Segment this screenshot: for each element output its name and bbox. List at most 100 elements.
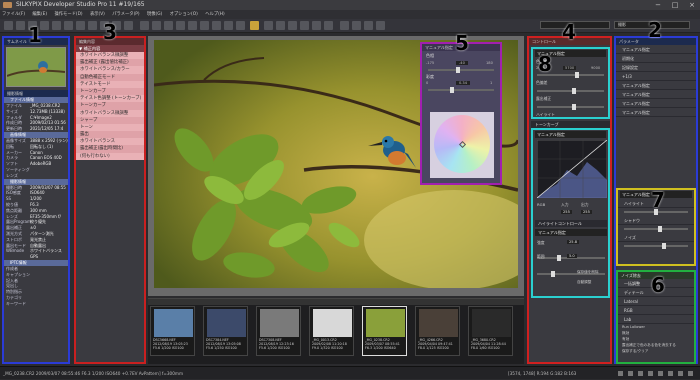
print-icon[interactable] [276, 21, 285, 30]
sub-param-slider-knob[interactable] [658, 226, 662, 232]
param-row[interactable]: 初期化 [616, 54, 696, 63]
tree-item[interactable]: テイストモード [76, 80, 144, 88]
develop-icon[interactable] [250, 21, 259, 30]
compare2-icon[interactable] [236, 21, 245, 30]
strength-value[interactable]: 25.8 [567, 240, 580, 244]
film-thumbnail[interactable]: _MG_3680.CR2 2009/04/04 11:28:44 F8.0 1/60… [468, 306, 513, 356]
tree-item[interactable]: 自動色補正モード [76, 73, 144, 81]
exposure-slider-knob[interactable] [572, 104, 576, 110]
temp-slider-knob[interactable] [575, 72, 579, 78]
status-icon-7[interactable] [678, 371, 683, 376]
status-icon-8[interactable] [688, 371, 693, 376]
menu-params[interactable]: パラメータ(P) [112, 12, 139, 17]
compare-icon[interactable] [52, 21, 61, 30]
flag-icon[interactable] [300, 21, 309, 30]
menu-file[interactable]: ファイル(F) [2, 12, 25, 17]
spot-icon[interactable] [164, 21, 173, 30]
zoom-icon[interactable] [76, 21, 85, 30]
hue-value[interactable]: -40 [456, 61, 468, 65]
exposure-slider[interactable] [537, 104, 604, 110]
tree-item[interactable]: ホワイトバランス微調整 [76, 52, 144, 60]
tree-item[interactable]: 露出補正(露出時間比) [76, 145, 144, 153]
tree-item[interactable]: 露出 [76, 131, 144, 139]
menu-develop[interactable]: 現像(G) [147, 12, 162, 17]
tree-item[interactable]: (何も行わない) [76, 152, 144, 160]
menu-view[interactable]: 表示(V) [90, 12, 105, 17]
menu-edit[interactable]: 編集(E) [32, 12, 47, 17]
tint-slider-knob[interactable] [572, 88, 576, 94]
browse-icon[interactable] [4, 21, 13, 30]
tree-item[interactable]: ホワイトバランス/カラー [76, 66, 144, 74]
tree-item[interactable]: 露出補正 (露出値比補正) [76, 59, 144, 67]
output-value[interactable]: 255 [581, 210, 592, 214]
range-value[interactable]: 5.0 [567, 254, 577, 258]
noise-row[interactable]: RGB [618, 306, 694, 315]
partial-icon[interactable] [176, 21, 185, 30]
status-icon-5[interactable] [658, 371, 663, 376]
fullscreen-icon[interactable] [64, 21, 73, 30]
highlight-ctrl-header[interactable]: ハイライトコントロール [535, 220, 607, 227]
param-row[interactable]: マニュアル指定 [616, 90, 696, 99]
sub-param-slider[interactable] [624, 226, 688, 232]
histogram-icon[interactable] [340, 21, 349, 30]
hand-icon[interactable] [88, 21, 97, 30]
sub-param-slider-knob[interactable] [662, 243, 666, 249]
close-button[interactable]: × [684, 0, 700, 10]
tree-item[interactable]: ホワイトバランス [76, 138, 144, 146]
navigator-thumbnail[interactable] [6, 47, 66, 87]
list-icon[interactable] [16, 21, 25, 30]
export-icon[interactable] [264, 21, 273, 30]
menu-mode[interactable]: 操作モード(D) [54, 12, 82, 17]
tree-item[interactable]: トーンカーブ [76, 102, 144, 110]
status-icon-3[interactable] [638, 371, 643, 376]
strength-slider-knob[interactable] [557, 255, 561, 261]
film-thumbnail[interactable]: _MG_0238.CR2 2009/03/07 08:55:41 F6.3 1/20… [362, 306, 407, 356]
param-row[interactable]: 記録設定 [616, 63, 696, 72]
sat-value[interactable]: 0.34 [456, 81, 471, 85]
noise-row[interactable]: Lateral [618, 297, 694, 306]
crop-icon[interactable] [140, 21, 149, 30]
undo-icon[interactable] [124, 21, 133, 30]
star-icon[interactable] [288, 21, 297, 30]
tone-mode[interactable]: マニュアル指定 [535, 131, 606, 138]
straighten-icon[interactable] [152, 21, 161, 30]
tree-item[interactable]: ホワイトバランス微調整 [76, 109, 144, 117]
text-icon[interactable] [364, 21, 373, 30]
tone-header[interactable]: トーンカーブ [531, 121, 610, 128]
param-row[interactable]: +1/3 [616, 72, 696, 81]
status-icon-2[interactable] [628, 371, 633, 376]
param-row[interactable]: マニュアル指定 [616, 99, 696, 108]
hue-slider[interactable] [428, 67, 494, 73]
noise-bottom-item[interactable]: 保存する/クリア [618, 348, 694, 354]
auto-button[interactable]: 自動調整 [577, 280, 591, 285]
sat-slider[interactable] [428, 87, 494, 93]
tree-item[interactable]: トーンカーブ [76, 87, 144, 96]
info-icon[interactable] [352, 21, 361, 30]
sub-param-slider[interactable] [624, 243, 688, 249]
reset-button[interactable]: 保存値を削除 [577, 270, 599, 275]
film-thumbnail[interactable]: DSC7384.NEF 2012/08/19 13:05:08 F5.6 1/250… [203, 306, 248, 356]
tree-item[interactable]: テイスト色調整 (トーンカーブ) [76, 95, 144, 103]
tint-slider[interactable] [537, 88, 604, 94]
temp-value[interactable]: 5700 [563, 66, 577, 70]
maximize-button[interactable]: □ [667, 0, 683, 10]
radial-icon[interactable] [212, 21, 221, 30]
tone-curve-graph[interactable] [537, 140, 607, 198]
noise-row[interactable]: Lab [618, 315, 694, 324]
tree-item[interactable]: シャープ [76, 116, 144, 124]
param-row[interactable]: マニュアル指定 [616, 108, 696, 117]
film-thumbnail[interactable]: DSC5668.NEF 2012/08/19 13:05:23 F5.6 1/200… [150, 306, 195, 356]
brush-icon[interactable] [188, 21, 197, 30]
gradient-icon[interactable] [200, 21, 209, 30]
highlight-ctrl-mode[interactable]: マニュアル指定 [535, 229, 607, 236]
menu-help[interactable]: ヘルプ(H) [205, 12, 224, 17]
label-icon[interactable] [312, 21, 321, 30]
film-thumbnail[interactable]: _MG_4266.CR2 2009/04/04 09:47:41 F8.0 1/12… [415, 306, 460, 356]
filter-icon[interactable] [376, 21, 385, 30]
menu-options[interactable]: オプション(O) [170, 12, 198, 17]
status-icon-4[interactable] [648, 371, 653, 376]
status-icon-1[interactable] [618, 371, 623, 376]
delete-icon[interactable] [324, 21, 333, 30]
filmstrip-scrollbar[interactable] [148, 299, 524, 305]
range-slider-knob[interactable] [551, 271, 555, 277]
